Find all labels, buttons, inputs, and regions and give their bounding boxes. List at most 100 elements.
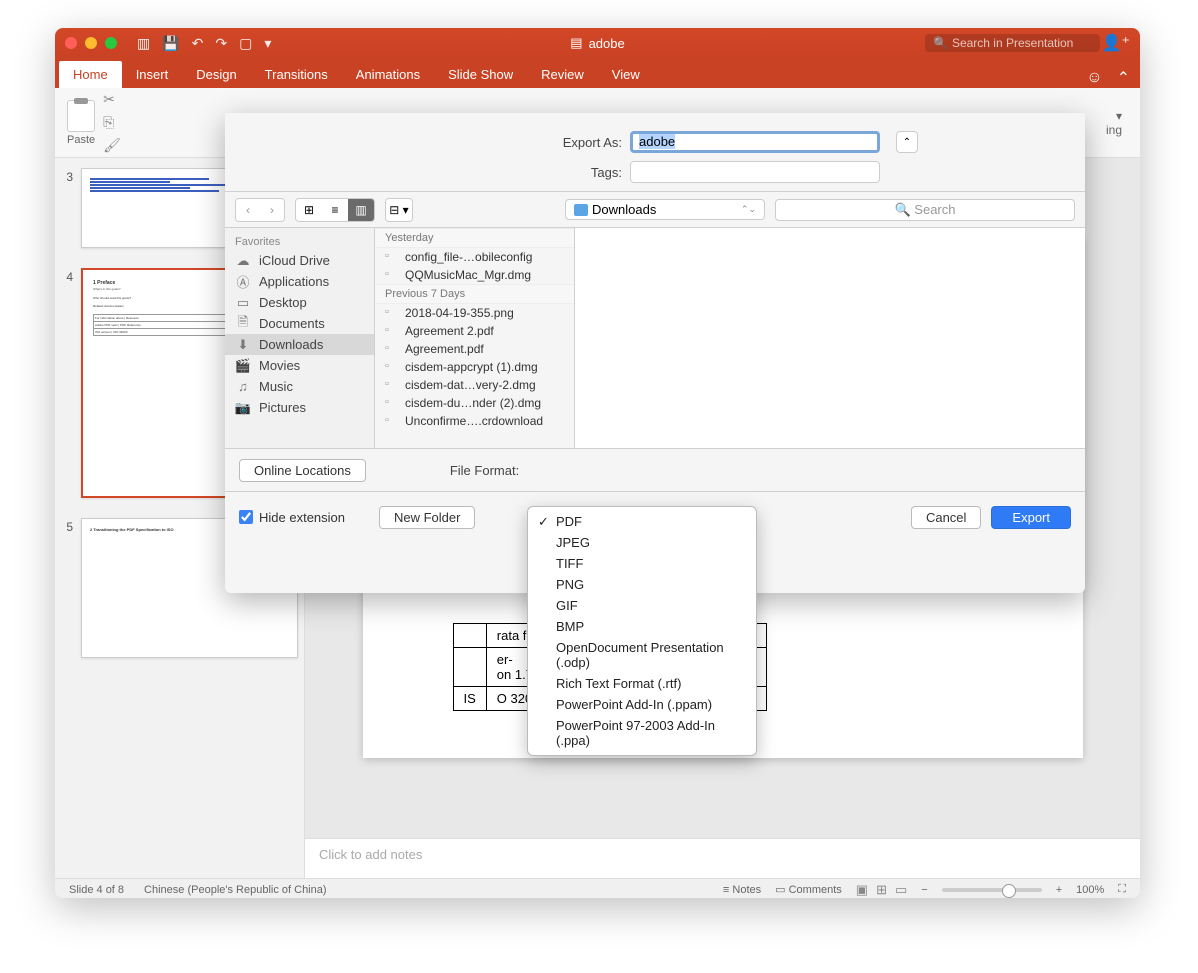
downloads-icon: ⬇ — [235, 338, 251, 352]
close-window-button[interactable] — [65, 37, 77, 49]
format-option-ppam[interactable]: PowerPoint Add-In (.ppam) — [528, 694, 756, 715]
file-group-heading: Yesterday — [375, 228, 574, 248]
file-browser: Favorites ☁iCloud Drive ⒶApplications ▭D… — [225, 228, 1085, 448]
format-option-tiff[interactable]: TIFF — [528, 553, 756, 574]
save-icon[interactable]: 💾 — [162, 35, 179, 52]
format-option-odp[interactable]: OpenDocument Presentation (.odp) — [528, 637, 756, 673]
list-view-icon[interactable]: ≡ — [322, 199, 348, 221]
fit-window-icon[interactable]: ⛶ — [1118, 883, 1126, 896]
sidebar-documents[interactable]: 🗎Documents — [225, 313, 374, 334]
group-view-icon[interactable]: ⊟ ▾ — [386, 199, 412, 221]
pictures-icon: 📷 — [235, 401, 251, 415]
nav-forward-icon[interactable]: › — [260, 199, 284, 221]
tab-home[interactable]: Home — [59, 61, 122, 88]
collapse-dialog-button[interactable]: ⌃ — [896, 131, 918, 153]
reading-view-icon[interactable]: ▭ — [895, 882, 907, 898]
titlebar: ▥ 💾 ↶ ↷ ▢ ▾ ▤ adobe 🔍 Search in Presenta… — [55, 28, 1140, 58]
file-item[interactable]: ▫cisdem-appcrypt (1).dmg — [375, 358, 574, 376]
export-filename-input[interactable]: adobe — [630, 131, 880, 153]
tab-slideshow[interactable]: Slide Show — [434, 61, 527, 88]
ribbon-tabs: Home Insert Design Transitions Animation… — [55, 58, 1140, 88]
nav-back-icon[interactable]: ‹ — [236, 199, 260, 221]
file-item[interactable]: ▫config_file-…obileconfig — [375, 248, 574, 266]
comments-toggle[interactable]: ▭ Comments — [775, 883, 842, 896]
file-item[interactable]: ▫QQMusicMac_Mgr.dmg — [375, 266, 574, 284]
undo-icon[interactable]: ↶ — [192, 35, 204, 52]
redo-icon[interactable]: ↷ — [215, 35, 227, 52]
zoom-slider[interactable] — [942, 888, 1042, 892]
export-button[interactable]: Export — [991, 506, 1071, 529]
file-item[interactable]: ▫cisdem-du…nder (2).dmg — [375, 394, 574, 412]
format-option-gif[interactable]: GIF — [528, 595, 756, 616]
location-dropdown[interactable]: Downloads ⌃⌄ — [565, 199, 765, 220]
sidebar-downloads[interactable]: ⬇Downloads — [225, 334, 374, 355]
zoom-level[interactable]: 100% — [1076, 884, 1104, 896]
hide-extension-checkbox[interactable]: Hide extension — [239, 510, 345, 525]
file-icon: ▫ — [385, 414, 399, 428]
new-folder-button[interactable]: New Folder — [379, 506, 475, 529]
tags-input[interactable] — [630, 161, 880, 183]
music-icon: ♫ — [235, 380, 251, 394]
sidebar-icloud[interactable]: ☁iCloud Drive — [225, 250, 374, 271]
search-presentation[interactable]: 🔍 Search in Presentation — [925, 34, 1100, 52]
sidebar-desktop[interactable]: ▭Desktop — [225, 292, 374, 313]
share-icon[interactable]: 👤⁺ — [1102, 33, 1130, 53]
column-view-icon[interactable]: ▥ — [348, 199, 374, 221]
minimize-window-button[interactable] — [85, 37, 97, 49]
file-icon: ▫ — [385, 324, 399, 338]
sidebar-heading: Favorites — [225, 234, 374, 250]
file-search-input[interactable]: 🔍 Search — [775, 199, 1075, 221]
emoji-icon[interactable]: ☺ — [1086, 69, 1102, 87]
hide-extension-input[interactable] — [239, 510, 253, 524]
file-icon: ▫ — [385, 268, 399, 282]
format-painter-icon[interactable]: 🖌 — [103, 137, 121, 154]
file-icon: ▫ — [385, 250, 399, 264]
new-slide-icon[interactable]: ▢ — [239, 35, 252, 52]
sidebar-applications[interactable]: ⒶApplications — [225, 271, 374, 292]
zoom-in-icon[interactable]: + — [1056, 884, 1062, 896]
table-cell: IS — [453, 687, 486, 711]
language-label[interactable]: Chinese (People's Republic of China) — [144, 884, 326, 896]
tab-view[interactable]: View — [598, 61, 654, 88]
notes-pane[interactable]: Click to add notes — [305, 838, 1140, 878]
file-item[interactable]: ▫Unconfirme….crdownload — [375, 412, 574, 430]
format-option-rtf[interactable]: Rich Text Format (.rtf) — [528, 673, 756, 694]
tab-design[interactable]: Design — [182, 61, 250, 88]
tab-animations[interactable]: Animations — [342, 61, 434, 88]
collapse-ribbon-icon[interactable]: ⌃ — [1117, 68, 1130, 88]
file-browser-toolbar: ‹ › ⊞ ≡ ▥ ⊟ ▾ Downloads ⌃⌄ 🔍 Search — [225, 192, 1085, 228]
more-icon[interactable]: ▾ — [264, 35, 271, 52]
copy-icon[interactable]: ⎘ — [103, 114, 121, 131]
tab-review[interactable]: Review — [527, 61, 598, 88]
doc-icon: ▤ — [570, 35, 582, 51]
cut-icon[interactable]: ✂ — [103, 91, 121, 108]
file-format-dropdown: PDF JPEG TIFF PNG GIF BMP OpenDocument P… — [527, 506, 757, 756]
file-item[interactable]: ▫Agreement 2.pdf — [375, 322, 574, 340]
maximize-window-button[interactable] — [105, 37, 117, 49]
sidebar-movies[interactable]: 🎬Movies — [225, 355, 374, 376]
file-icon: ▫ — [385, 342, 399, 356]
file-item[interactable]: ▫Agreement.pdf — [375, 340, 574, 358]
tab-insert[interactable]: Insert — [122, 61, 183, 88]
sidebar-music[interactable]: ♫Music — [225, 376, 374, 397]
paste-icon[interactable] — [67, 100, 95, 132]
format-option-png[interactable]: PNG — [528, 574, 756, 595]
online-locations-button[interactable]: Online Locations — [239, 459, 366, 482]
desktop-icon: ▭ — [235, 296, 251, 310]
format-option-jpeg[interactable]: JPEG — [528, 532, 756, 553]
file-item[interactable]: ▫cisdem-dat…very-2.dmg — [375, 376, 574, 394]
zoom-out-icon[interactable]: − — [921, 884, 927, 896]
format-option-bmp[interactable]: BMP — [528, 616, 756, 637]
normal-view-icon[interactable]: ▣ — [856, 882, 868, 898]
sidebar-toggle-icon[interactable]: ▥ — [137, 35, 150, 52]
cancel-button[interactable]: Cancel — [911, 506, 981, 529]
document-title: ▤ adobe — [570, 35, 624, 51]
sorter-view-icon[interactable]: ⊞ — [876, 882, 887, 898]
file-item[interactable]: ▫2018-04-19-355.png — [375, 304, 574, 322]
icon-view-icon[interactable]: ⊞ — [296, 199, 322, 221]
sidebar-pictures[interactable]: 📷Pictures — [225, 397, 374, 418]
tab-transitions[interactable]: Transitions — [251, 61, 342, 88]
format-option-ppa[interactable]: PowerPoint 97-2003 Add-In (.ppa) — [528, 715, 756, 751]
format-option-pdf[interactable]: PDF — [528, 511, 756, 532]
notes-toggle[interactable]: ≡ Notes — [723, 884, 761, 896]
